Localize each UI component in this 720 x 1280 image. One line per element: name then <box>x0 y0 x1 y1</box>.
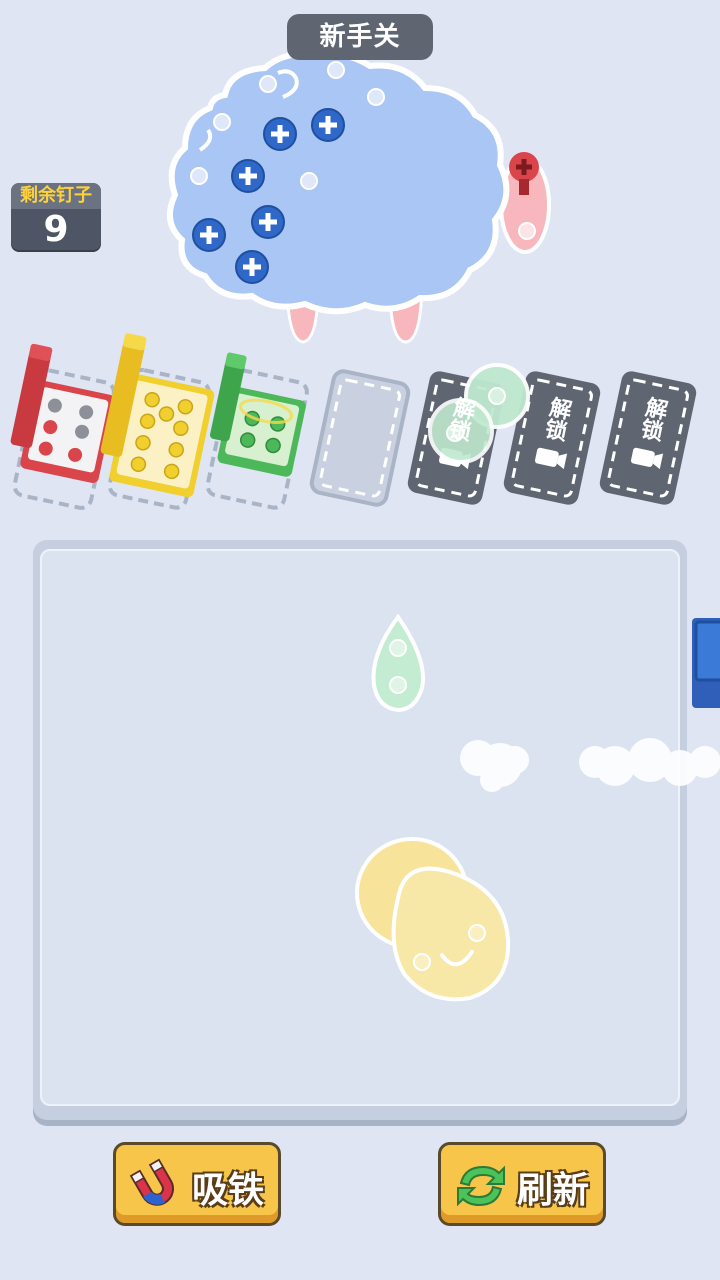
refresh-icon <box>457 1165 505 1207</box>
counter-label: 剩余钉子 <box>11 183 101 209</box>
slot-locked-3[interactable] <box>598 369 698 506</box>
slot-empty[interactable] <box>309 369 411 507</box>
magnet-button[interactable]: 吸铁 <box>113 1142 281 1226</box>
magnet-icon <box>129 1158 174 1206</box>
play-area[interactable] <box>40 549 680 1106</box>
remaining-screws-counter: 剩余钉子 9 <box>11 183 101 250</box>
level-title: 新手关 <box>287 14 433 60</box>
slot-green-box[interactable] <box>205 352 314 510</box>
counter-value: 9 <box>43 209 69 250</box>
sheep-body[interactable] <box>166 51 510 315</box>
refresh-button[interactable]: 刷新 <box>438 1142 606 1226</box>
slot-yellow-box[interactable] <box>95 333 224 510</box>
refresh-button-label: 刷新 <box>517 1170 590 1211</box>
magnet-button-label: 吸铁 <box>192 1170 265 1211</box>
